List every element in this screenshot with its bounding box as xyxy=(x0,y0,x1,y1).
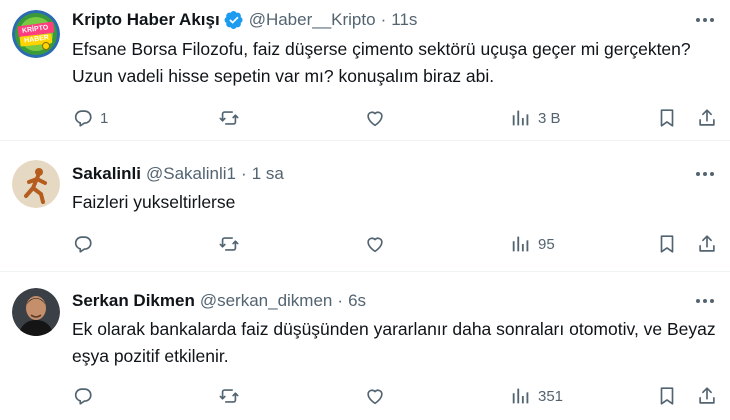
avatar[interactable] xyxy=(12,160,60,208)
reply-button[interactable] xyxy=(72,384,100,408)
tweet-1[interactable]: KRİPTO HABER Kripto Haber Akışı @Haber__… xyxy=(0,0,730,140)
reply-button[interactable]: 1 xyxy=(72,106,108,130)
retweet-icon xyxy=(219,111,239,125)
like-button[interactable] xyxy=(364,384,392,408)
more-options-icon xyxy=(696,172,714,176)
avatar[interactable]: KRİPTO HABER xyxy=(12,10,60,58)
share-button[interactable] xyxy=(696,384,718,408)
tweet-text: Faizleri yukseltirlerse xyxy=(72,192,236,212)
more-options-button[interactable] xyxy=(690,164,720,184)
tweet-3[interactable]: Serkan Dikmen @serkan_dikmen · 6s Ek ola… xyxy=(0,272,730,420)
timestamp[interactable]: 11s xyxy=(391,10,417,30)
retweet-button[interactable] xyxy=(218,384,246,408)
share-icon xyxy=(699,235,715,252)
reply-count: 1 xyxy=(100,109,109,127)
analytics-icon xyxy=(512,388,529,404)
like-button[interactable] xyxy=(364,106,392,130)
tweet-header: Sakalinli @Sakalinli1 · 1 sa xyxy=(72,163,284,185)
share-icon xyxy=(699,109,715,126)
separator-dot: · xyxy=(241,164,247,183)
like-button[interactable] xyxy=(364,232,392,256)
handle[interactable]: @serkan_dikmen xyxy=(200,291,333,311)
bookmark-icon xyxy=(660,235,674,253)
views-button[interactable]: 351 xyxy=(510,384,563,408)
bookmark-icon xyxy=(660,109,674,127)
tweet-text: Efsane Borsa Filozofu, faiz düşerse çime… xyxy=(72,39,691,86)
avatar[interactable] xyxy=(12,288,60,336)
views-button[interactable]: 95 xyxy=(510,232,555,256)
share-button[interactable] xyxy=(696,106,718,130)
display-name[interactable]: Sakalinli xyxy=(72,164,141,184)
retweet-button[interactable] xyxy=(218,232,246,256)
tweet-actions: 95 xyxy=(72,232,722,256)
runner-statue-avatar-icon xyxy=(12,160,60,208)
verified-badge-icon xyxy=(224,11,243,29)
bookmark-button[interactable] xyxy=(656,106,678,130)
more-options-icon xyxy=(696,299,714,303)
view-count: 3 B xyxy=(538,109,561,127)
share-button[interactable] xyxy=(696,232,718,256)
analytics-icon xyxy=(512,110,529,126)
heart-icon xyxy=(367,111,383,127)
reply-button[interactable] xyxy=(72,232,100,256)
tweet-text: Ek olarak bankalarda faiz düşüşünden yar… xyxy=(72,319,716,366)
views-button[interactable]: 3 B xyxy=(510,106,561,130)
heart-icon xyxy=(367,237,383,253)
heart-icon xyxy=(367,389,383,405)
timestamp[interactable]: 6s xyxy=(348,291,366,311)
bookmark-icon xyxy=(660,387,674,405)
more-options-icon xyxy=(696,18,714,22)
view-count: 95 xyxy=(538,235,555,253)
separator-dot: · xyxy=(380,10,387,29)
share-icon xyxy=(699,387,715,404)
tweet-header: Kripto Haber Akışı @Haber__Kripto · 11s xyxy=(72,9,417,31)
reply-icon xyxy=(74,388,92,405)
bookmark-button[interactable] xyxy=(656,232,678,256)
analytics-icon xyxy=(512,236,529,252)
bookmark-button[interactable] xyxy=(656,384,678,408)
handle[interactable]: @Sakalinli1 xyxy=(146,164,236,184)
timestamp[interactable]: 1 sa xyxy=(252,164,284,184)
more-options-button[interactable] xyxy=(690,291,720,311)
retweet-icon xyxy=(219,389,239,403)
reply-icon xyxy=(74,110,92,127)
tweet-header: Serkan Dikmen @serkan_dikmen · 6s xyxy=(72,290,366,312)
person-photo-avatar-icon xyxy=(12,288,60,336)
separator-dot: · xyxy=(337,291,344,310)
retweet-icon xyxy=(219,237,239,251)
more-options-button[interactable] xyxy=(690,10,720,30)
tweet-actions: 351 xyxy=(72,384,722,408)
view-count: 351 xyxy=(538,387,564,405)
display-name[interactable]: Kripto Haber Akışı xyxy=(72,10,220,30)
handle[interactable]: @Haber__Kripto xyxy=(249,10,376,30)
reply-icon xyxy=(74,236,92,253)
tweet-2[interactable]: Sakalinli @Sakalinli1 · 1 sa Faizleri yu… xyxy=(0,141,730,271)
tweet-actions: 1 3 B xyxy=(72,106,722,130)
retweet-button[interactable] xyxy=(218,106,246,130)
display-name[interactable]: Serkan Dikmen xyxy=(72,291,195,311)
